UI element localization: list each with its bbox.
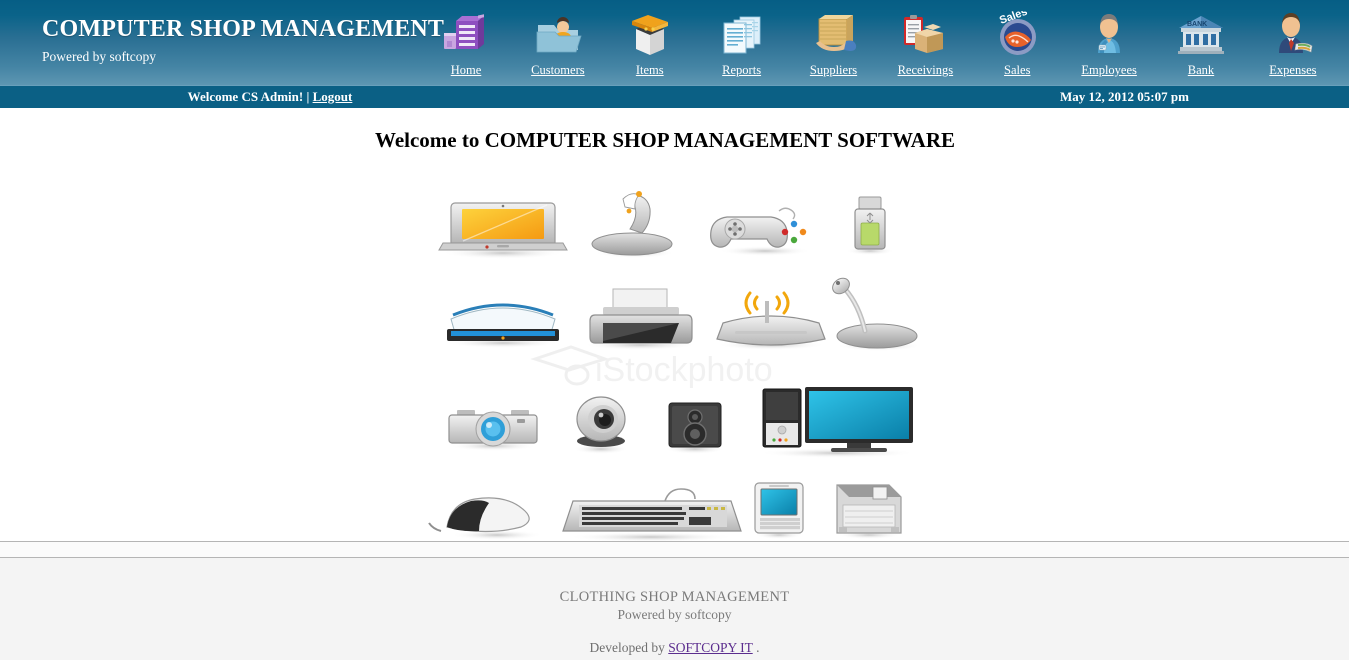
nav-label: Reports <box>722 63 762 77</box>
datetime-display: May 12, 2012 05:07 pm <box>1060 89 1189 104</box>
laptop-icon <box>438 202 568 259</box>
webcam-icon <box>573 396 629 454</box>
footer-subtitle: Powered by softcopy <box>617 607 732 622</box>
nav-item-receivings[interactable]: Receivings <box>883 11 967 77</box>
developer-suffix: . <box>756 640 760 655</box>
clipboard-package-icon <box>897 11 953 61</box>
nav-label: Receivings <box>897 63 954 77</box>
main-content: Welcome to COMPUTER SHOP MANAGEMENT SOFT… <box>0 108 1349 542</box>
site-header: COMPUTER SHOP MANAGEMENT Powered by soft… <box>0 0 1349 85</box>
nav-label: Items <box>635 63 664 77</box>
logout-link[interactable]: Logout <box>313 89 353 104</box>
employee-badge-icon <box>1081 11 1137 61</box>
hand-holding-box-icon <box>806 11 862 61</box>
documents-icon <box>714 11 770 61</box>
businessman-money-icon <box>1265 11 1321 61</box>
speaker-icon <box>665 402 725 454</box>
nav-item-sales[interactable]: Sales Sales <box>975 11 1059 77</box>
svg-text:BANK: BANK <box>1187 21 1207 28</box>
nav-item-expenses[interactable]: Expenses <box>1251 11 1335 77</box>
nav-item-suppliers[interactable]: Suppliers <box>792 11 876 77</box>
developer-link[interactable]: SOFTCOPY IT <box>668 640 752 655</box>
footer-developer: Developed by SOFTCOPY IT . <box>0 640 1349 656</box>
handshake-sales-icon: Sales <box>989 11 1045 61</box>
welcome-message: Welcome CS Admin! | Logout <box>0 86 540 108</box>
nav-label: Expenses <box>1269 63 1317 77</box>
open-box-icon <box>622 11 678 61</box>
nav-item-items[interactable]: Items <box>608 11 692 77</box>
developed-by-label: Developed by <box>589 640 665 655</box>
nav-label: Customers <box>531 63 585 77</box>
bank-building-icon: BANK <box>1173 11 1229 61</box>
brand: COMPUTER SHOP MANAGEMENT Powered by soft… <box>42 16 444 64</box>
footer-title: CLOTHING SHOP MANAGEMENT <box>559 589 790 605</box>
nav-item-home[interactable]: Home <box>424 11 508 77</box>
hero-illustration: iStockphoto <box>417 171 925 541</box>
nav-item-bank[interactable]: BANK Bank <box>1159 11 1243 77</box>
site-footer: CLOTHING SHOP MANAGEMENT Powered by soft… <box>0 558 1349 660</box>
building-blocks-icon <box>438 11 494 61</box>
svg-text:iStockphoto: iStockphoto <box>595 351 773 389</box>
app-subtitle: Powered by softcopy <box>42 49 156 64</box>
user-folder-icon <box>530 11 586 61</box>
nav-label: Suppliers <box>809 63 858 77</box>
nav-item-reports[interactable]: Reports <box>700 11 784 77</box>
welcome-text: Welcome CS Admin! <box>187 89 304 104</box>
app-title: COMPUTER SHOP MANAGEMENT <box>42 16 445 42</box>
nav-item-employees[interactable]: Employees <box>1067 11 1151 77</box>
content-footer-divider <box>0 542 1349 558</box>
nav-label: Bank <box>1187 63 1215 77</box>
scanner-icon <box>445 303 561 348</box>
page-title: Welcome to COMPUTER SHOP MANAGEMENT SOFT… <box>374 128 956 152</box>
separator: | <box>306 89 310 104</box>
computer-hardware-icons-collage: iStockphoto <box>417 171 925 541</box>
nav-label: Home <box>450 63 482 77</box>
pda-phone-icon <box>754 482 804 539</box>
main-navigation: Home Customers Items Reports Suppliers R… <box>410 0 1349 85</box>
nav-item-customers[interactable]: Customers <box>516 11 600 77</box>
nav-label: Sales <box>1004 63 1031 77</box>
status-bar: Welcome CS Admin! | Logout May 12, 2012 … <box>0 85 1349 108</box>
camera-icon <box>448 410 538 451</box>
nav-label: Employees <box>1081 63 1137 77</box>
floppy-disk-icon <box>836 484 902 539</box>
